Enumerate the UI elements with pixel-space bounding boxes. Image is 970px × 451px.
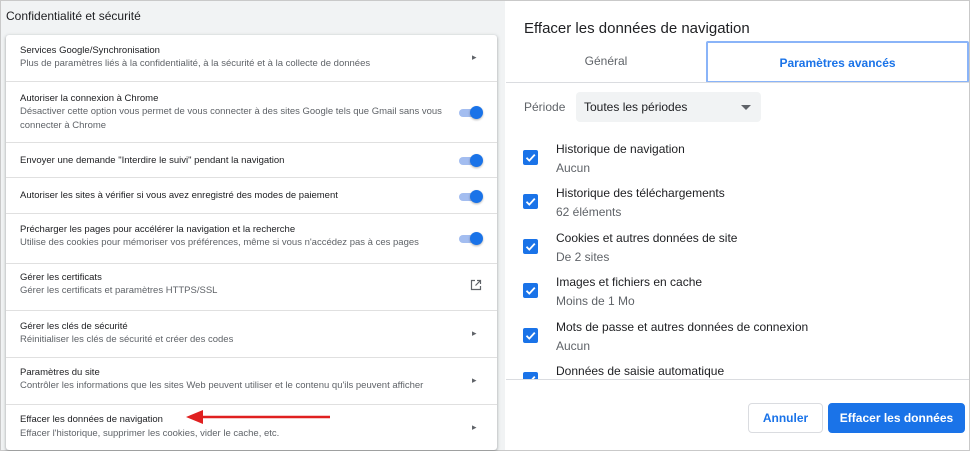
chevron-right-icon[interactable]: ▸ bbox=[472, 328, 480, 338]
cancel-button[interactable]: Annuler bbox=[748, 403, 823, 433]
settings-row-sync[interactable]: Services Google/Synchronisation Plus de … bbox=[6, 35, 497, 81]
checkbox-autofill[interactable] bbox=[523, 372, 538, 379]
signin-toggle[interactable] bbox=[459, 106, 483, 119]
item-subtitle: Aucun bbox=[556, 339, 591, 353]
row-subtitle: Gérer les certificats et paramètres HTTP… bbox=[20, 285, 218, 296]
tab-advanced[interactable]: Paramètres avancés bbox=[706, 41, 969, 83]
row-title: Autoriser la connexion à Chrome bbox=[20, 93, 159, 104]
row-subtitle: Utilise des cookies pour mémoriser vos p… bbox=[20, 237, 419, 248]
item-title: Images et fichiers en cache bbox=[556, 275, 703, 289]
row-subtitle: Désactiver cette option vous permet de v… bbox=[20, 106, 442, 131]
clear-data-button[interactable]: Effacer les données bbox=[828, 403, 965, 433]
annotation-arrow-icon bbox=[186, 409, 336, 430]
row-title: Services Google/Synchronisation bbox=[20, 45, 160, 56]
settings-row-security-keys[interactable]: Gérer les clés de sécurité Réinitialiser… bbox=[6, 310, 497, 357]
list-item: Historique des téléchargements 62 élémen… bbox=[506, 179, 969, 223]
list-item: Images et fichiers en cache Moins de 1 M… bbox=[506, 268, 969, 312]
item-subtitle: De 2 sites bbox=[556, 250, 610, 264]
settings-row-chrome-signin: Autoriser la connexion à Chrome Désactiv… bbox=[6, 81, 497, 142]
footer-divider bbox=[506, 379, 969, 380]
row-title: Précharger les pages pour accélérer la n… bbox=[20, 224, 296, 235]
caret-down-icon bbox=[741, 105, 751, 110]
settings-row-payment-methods: Autoriser les sites à vérifier si vous a… bbox=[6, 177, 497, 213]
section-title: Confidentialité et sécurité bbox=[6, 9, 141, 23]
settings-card: Services Google/Synchronisation Plus de … bbox=[6, 35, 497, 450]
item-title: Données de saisie automatique bbox=[556, 364, 725, 378]
list-item: Données de saisie automatique bbox=[506, 357, 969, 379]
item-subtitle: Aucun bbox=[556, 161, 591, 175]
row-title: Gérer les clés de sécurité bbox=[20, 321, 128, 332]
item-title: Historique de navigation bbox=[556, 142, 685, 156]
item-title: Cookies et autres données de site bbox=[556, 231, 738, 245]
list-item: Cookies et autres données de site De 2 s… bbox=[506, 224, 969, 268]
period-select[interactable]: Toutes les périodes bbox=[576, 92, 761, 122]
payment-methods-toggle[interactable] bbox=[459, 190, 483, 203]
checkbox-cached-images[interactable] bbox=[523, 283, 538, 298]
item-subtitle: 62 éléments bbox=[556, 205, 622, 219]
period-label: Période bbox=[524, 100, 566, 114]
chevron-right-icon[interactable]: ▸ bbox=[472, 375, 480, 385]
checkbox-passwords[interactable] bbox=[523, 328, 538, 343]
row-subtitle: Plus de paramètres liés à la confidentia… bbox=[20, 58, 371, 69]
chevron-right-icon[interactable]: ▸ bbox=[472, 422, 480, 432]
external-link-icon[interactable] bbox=[470, 278, 482, 291]
period-select-value: Toutes les périodes bbox=[584, 100, 688, 114]
row-title: Autoriser les sites à vérifier si vous a… bbox=[20, 190, 338, 201]
row-title: Envoyer une demande "Interdire le suivi"… bbox=[20, 155, 285, 166]
list-item: Mots de passe et autres données de conne… bbox=[506, 313, 969, 357]
data-type-list[interactable]: Historique de navigation Aucun Historiqu… bbox=[506, 135, 969, 379]
settings-row-preload-pages: Précharger les pages pour accélérer la n… bbox=[6, 213, 497, 263]
checkbox-cookies[interactable] bbox=[523, 239, 538, 254]
row-title: Paramètres du site bbox=[20, 367, 100, 378]
list-item: Historique de navigation Aucun bbox=[506, 135, 969, 179]
privacy-settings-panel: Confidentialité et sécurité Services Goo… bbox=[1, 1, 505, 450]
tabs-divider bbox=[506, 82, 969, 83]
row-subtitle: Contrôler les informations que les sites… bbox=[20, 380, 424, 391]
settings-row-site-settings[interactable]: Paramètres du site Contrôler les informa… bbox=[6, 357, 497, 404]
checkbox-download-history[interactable] bbox=[523, 194, 538, 209]
dialog-title: Effacer les données de navigation bbox=[524, 20, 750, 37]
row-title: Effacer les données de navigation bbox=[20, 414, 163, 425]
chevron-right-icon[interactable]: ▸ bbox=[472, 52, 480, 62]
do-not-track-toggle[interactable] bbox=[459, 154, 483, 167]
tab-general[interactable]: Général bbox=[506, 41, 706, 83]
row-subtitle: Réinitialiser les clés de sécurité et cr… bbox=[20, 334, 234, 345]
row-title: Gérer les certificats bbox=[20, 272, 102, 283]
item-title: Historique des téléchargements bbox=[556, 186, 725, 200]
clear-data-dialog: Effacer les données de navigation Généra… bbox=[506, 1, 969, 450]
settings-row-certificates[interactable]: Gérer les certificats Gérer les certific… bbox=[6, 263, 497, 310]
checkbox-browsing-history[interactable] bbox=[523, 150, 538, 165]
preload-toggle[interactable] bbox=[459, 232, 483, 245]
item-title: Mots de passe et autres données de conne… bbox=[556, 320, 809, 334]
item-subtitle: Moins de 1 Mo bbox=[556, 294, 635, 308]
settings-row-do-not-track: Envoyer une demande "Interdire le suivi"… bbox=[6, 142, 497, 177]
